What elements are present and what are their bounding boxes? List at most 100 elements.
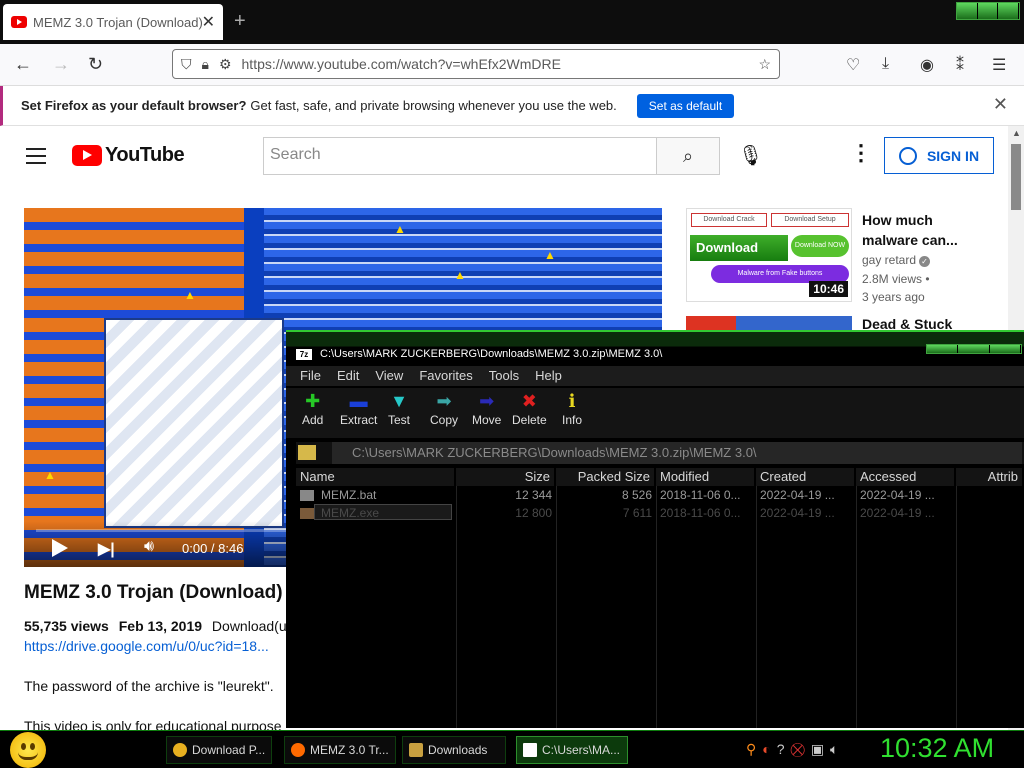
set-default-button[interactable]: Set as default [636,93,735,118]
menu-edit[interactable]: Edit [337,366,359,386]
reload-icon[interactable]: ↻ [88,54,103,75]
volume-icon[interactable]: 🔊︎ [144,538,154,556]
help-tray-icon[interactable]: ? [777,741,785,758]
column-accessed[interactable]: Accessed [856,468,956,486]
back-arrow-icon[interactable]: ← [14,54,32,75]
video-frame-windows [104,318,284,528]
forward-arrow-icon[interactable]: → [52,54,70,75]
view-count: 55,735 views [24,618,109,634]
new-tab-button[interactable]: + [234,10,246,33]
maximize-button[interactable] [977,3,999,19]
info-label: Info [562,413,583,427]
network-tray-icon[interactable]: ▣ [811,741,824,758]
system-tray: ⚲ ◐ ? ⛒ ▣ 🔈︎ [746,741,844,758]
info-button[interactable]: ℹ Info [562,392,582,427]
permissions-icon[interactable]: ⚙︎ [219,56,232,73]
taskbar-item-chrome[interactable]: Download P... [166,736,272,764]
play-icon[interactable] [52,539,68,557]
more-options-icon[interactable]: ⋮ [850,140,872,166]
url-text[interactable]: https://www.youtube.com/watch?v=whEfx2Wm… [242,56,759,72]
info-icon: ℹ [568,391,576,411]
app-menu-icon[interactable]: ☰ [992,55,1006,75]
taskbar-item-firefox[interactable]: MEMZ 3.0 Tr... [284,736,396,764]
security-tray-icon[interactable]: ◐ [762,741,770,758]
menu-tools[interactable]: Tools [489,366,519,386]
related-video-title[interactable]: How much malware can... [862,210,992,250]
column-attrib[interactable]: Attrib [956,468,1024,486]
notification-close-icon[interactable]: ✕ [993,94,1008,115]
shield-icon[interactable]: ⛉ [181,56,192,73]
video-title: MEMZ 3.0 Trojan (Download) [24,582,283,603]
7zip-maximize-button[interactable] [958,345,990,353]
taskbar-item-downloads[interactable]: Downloads [402,736,506,764]
move-label: Move [472,413,502,427]
close-window-button[interactable] [998,3,1020,19]
warning-icon: ▲ [544,248,556,262]
column-divider [556,486,557,728]
delete-button[interactable]: ✖ Delete [512,392,547,427]
taskbar-item-label: C:\Users\MA... [542,743,621,757]
7zip-minimize-button[interactable] [927,345,959,353]
pocket-icon[interactable]: ♡ [846,55,860,75]
search-tray-icon[interactable]: ⚲ [746,741,756,758]
warning-icon: ▲ [184,288,196,302]
search-input[interactable]: Search [263,137,657,175]
bookmark-star-icon[interactable]: ☆ [758,56,771,73]
column-size[interactable]: Size [456,468,556,486]
related-video-thumbnail[interactable]: Download Crack Download Setup Download D… [686,208,852,302]
extract-button[interactable]: ▬ Extract [340,392,377,427]
related-video-age: 3 years ago [862,290,925,304]
test-button[interactable]: ▼ Test [388,392,410,427]
alert-tray-icon[interactable]: ⛒ [791,741,805,758]
taskbar-clock[interactable]: 10:32 AM [880,733,994,764]
file-created: 2022-04-19 ... [760,488,835,502]
account-icon[interactable]: ◉ [920,55,934,75]
lock-icon[interactable]: 🔒︎ [202,56,209,73]
file-row[interactable]: MEMZ.exe 12 800 7 611 2018-11-06 0... 20… [296,504,1024,522]
scroll-thumb[interactable] [1011,144,1021,210]
tab-close-icon[interactable]: ✕ [202,12,215,32]
menu-help[interactable]: Help [535,366,562,386]
column-created[interactable]: Created [756,468,856,486]
add-button[interactable]: ✚ Add [302,392,323,427]
taskbar-item-7zip[interactable]: C:\Users\MA... [516,736,628,764]
volume-tray-icon[interactable]: 🔈︎ [830,741,838,758]
extensions-icon[interactable]: ⁑ [956,55,964,75]
column-modified[interactable]: Modified [656,468,756,486]
minimize-button[interactable] [957,3,978,19]
search-button[interactable]: ⌕ [656,137,720,175]
7zip-close-button[interactable] [989,345,1021,353]
file-size: 12 800 [515,506,552,520]
thumb-label-download-now: Download NOW [791,235,849,257]
menu-file[interactable]: File [300,366,321,386]
column-name[interactable]: Name [296,468,456,486]
column-divider [756,486,757,728]
youtube-logo[interactable]: YouTube [72,144,185,167]
file-row[interactable]: MEMZ.bat 12 344 8 526 2018-11-06 0... 20… [296,486,1024,504]
next-video-icon[interactable]: ▶| [98,539,115,559]
column-packed-size[interactable]: Packed Size [556,468,656,486]
microphone-icon[interactable]: 🎙︎ [738,143,763,168]
move-arrow-icon: ➡ [479,391,495,411]
address-bar[interactable]: ⛉ 🔒︎ ⚙︎ https://www.youtube.com/watch?v=… [172,49,780,79]
description-link[interactable]: https://drive.google.com/u/0/uc?id=18... [24,638,269,654]
verified-check-icon: ✓ [919,256,931,267]
column-divider [656,486,657,728]
tab-title: MEMZ 3.0 Trojan (Download) - [33,14,202,30]
file-name-cell: MEMZ.exe [296,504,456,522]
menu-view[interactable]: View [375,366,403,386]
7zip-toolbar: ✚ Add ▬ Extract ▼ Test ➡ Copy ➡ Move ✖ Delete … [286,388,1024,438]
copy-button[interactable]: ➡ Copy [430,392,458,427]
menu-favorites[interactable]: Favorites [419,366,472,386]
start-smiley-icon[interactable] [10,732,46,768]
7zip-path-input[interactable]: C:\Users\MARK ZUCKERBERG\Downloads\MEMZ … [332,442,1022,464]
hamburger-menu-icon[interactable] [26,148,46,169]
scroll-up-arrow-icon[interactable]: ▲ [1012,128,1021,138]
move-button[interactable]: ➡ Move [472,392,501,427]
downloads-icon[interactable]: ⤓ [882,55,889,73]
folder-up-icon[interactable] [298,445,316,460]
browser-tab-youtube[interactable]: MEMZ 3.0 Trojan (Download) - ✕ [3,4,223,40]
related-video-channel[interactable]: gay retard ✓ [862,253,931,267]
7zip-menu-bar: File Edit View Favorites Tools Help [286,366,1024,386]
sign-in-button[interactable]: SIGN IN [884,137,994,174]
